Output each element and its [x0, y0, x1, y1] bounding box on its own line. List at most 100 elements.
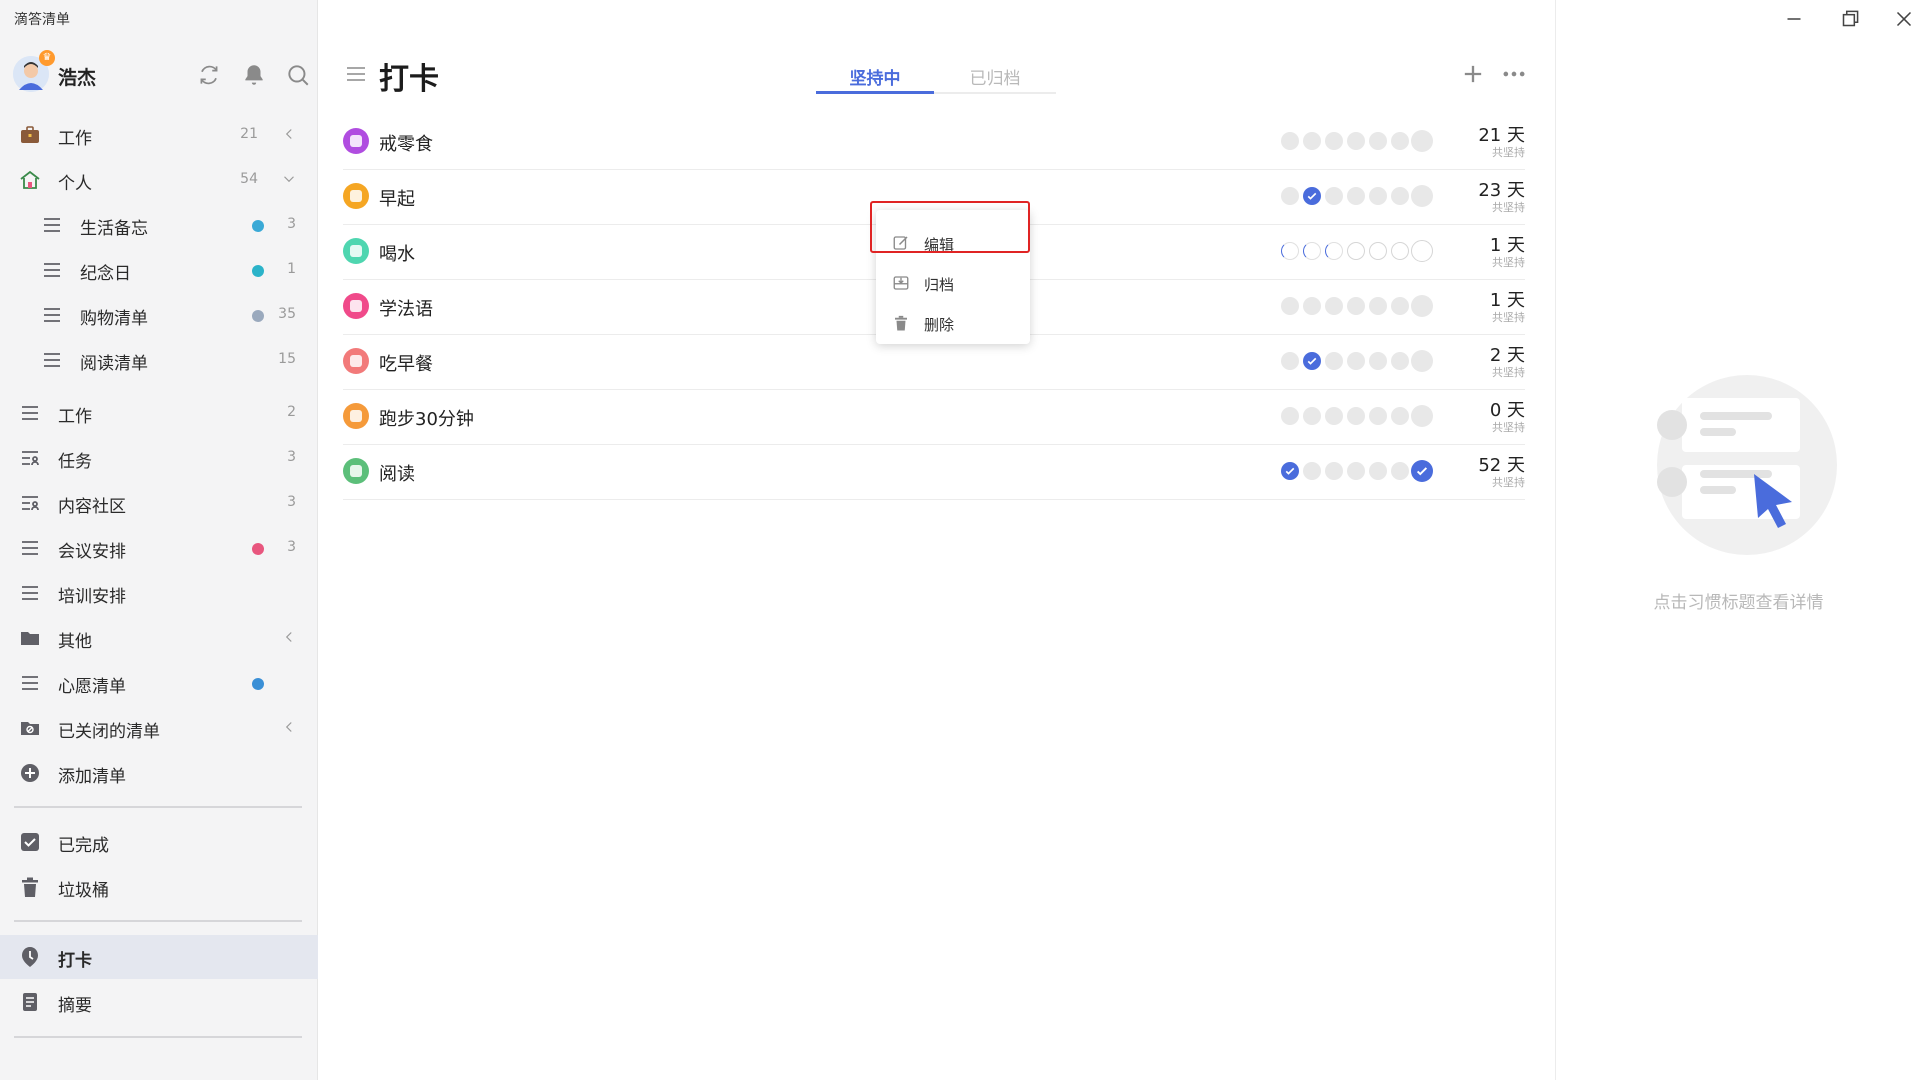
- checked-day-icon[interactable]: [1303, 352, 1321, 370]
- day-dot[interactable]: [1303, 132, 1321, 150]
- day-dot[interactable]: [1391, 352, 1409, 370]
- day-dot[interactable]: [1391, 297, 1409, 315]
- habit-name[interactable]: 吃早餐: [379, 350, 433, 376]
- habit-name[interactable]: 戒零食: [379, 130, 433, 156]
- sidebar-item-summary[interactable]: 摘要: [0, 980, 318, 1024]
- day-dot[interactable]: [1369, 407, 1387, 425]
- day-dot[interactable]: [1347, 132, 1365, 150]
- day-dot[interactable]: [1303, 242, 1321, 260]
- habit-row[interactable]: 跑步30分钟 0 天共坚持: [343, 390, 1525, 445]
- sidebar-item-reading-list[interactable]: 阅读清单 15: [0, 338, 318, 382]
- add-icon[interactable]: [1459, 60, 1487, 88]
- day-dot[interactable]: [1325, 242, 1343, 260]
- day-dot[interactable]: [1411, 240, 1433, 262]
- tab-archived[interactable]: 已归档: [936, 64, 1054, 94]
- habit-icon: [343, 458, 369, 484]
- day-dot[interactable]: [1369, 352, 1387, 370]
- habit-name[interactable]: 早起: [379, 185, 415, 211]
- day-dot[interactable]: [1303, 462, 1321, 480]
- day-dot[interactable]: [1369, 297, 1387, 315]
- bell-icon[interactable]: [241, 62, 267, 88]
- day-dot[interactable]: [1281, 297, 1299, 315]
- day-dot[interactable]: [1391, 462, 1409, 480]
- day-dot[interactable]: [1369, 132, 1387, 150]
- sidebar-item-content-community[interactable]: 内容社区 3: [0, 481, 318, 525]
- restore-icon[interactable]: [1837, 6, 1863, 32]
- sidebar-item-tasks[interactable]: 任务 3: [0, 436, 318, 480]
- avatar[interactable]: ♛: [13, 50, 55, 92]
- day-dot[interactable]: [1347, 242, 1365, 260]
- sidebar-item-completed[interactable]: 已完成: [0, 820, 318, 864]
- day-dot[interactable]: [1303, 297, 1321, 315]
- search-icon[interactable]: [285, 62, 311, 88]
- sidebar-item-work-folder[interactable]: 工作 21: [0, 113, 318, 157]
- sidebar-item-trash[interactable]: 垃圾桶: [0, 865, 318, 909]
- day-dot[interactable]: [1325, 352, 1343, 370]
- day-dot[interactable]: [1281, 407, 1299, 425]
- day-dot[interactable]: [1369, 242, 1387, 260]
- habit-name[interactable]: 阅读: [379, 460, 415, 486]
- chevron-left-icon[interactable]: [280, 628, 298, 646]
- day-dot[interactable]: [1325, 297, 1343, 315]
- day-dot[interactable]: [1391, 407, 1409, 425]
- checked-day-icon[interactable]: [1303, 187, 1321, 205]
- sidebar-item-work[interactable]: 工作 2: [0, 391, 318, 435]
- day-dot[interactable]: [1347, 407, 1365, 425]
- day-dot[interactable]: [1347, 352, 1365, 370]
- chevron-left-icon[interactable]: [280, 718, 298, 736]
- sidebar-item-training[interactable]: 培训安排: [0, 571, 318, 615]
- day-dot[interactable]: [1411, 295, 1433, 317]
- menu-toggle-icon[interactable]: [343, 62, 369, 86]
- day-dot[interactable]: [1347, 297, 1365, 315]
- day-dot[interactable]: [1411, 350, 1433, 372]
- habit-icon: [343, 348, 369, 374]
- sidebar-item-personal-folder[interactable]: 个人 54: [0, 158, 318, 202]
- chevron-left-icon[interactable]: [280, 125, 298, 143]
- day-dot[interactable]: [1391, 242, 1409, 260]
- sidebar-item-life-memo[interactable]: 生活备忘 3: [0, 203, 318, 247]
- sidebar-item-anniversary[interactable]: 纪念日 1: [0, 248, 318, 292]
- checked-day-icon[interactable]: [1411, 460, 1433, 482]
- habit-row[interactable]: 阅读 52 天共坚持: [343, 445, 1525, 500]
- streak-label: 共坚持: [1492, 256, 1525, 269]
- day-dot[interactable]: [1391, 132, 1409, 150]
- home-icon: [18, 168, 42, 192]
- day-dot[interactable]: [1325, 132, 1343, 150]
- day-dot[interactable]: [1325, 407, 1343, 425]
- day-dot[interactable]: [1325, 187, 1343, 205]
- day-dot[interactable]: [1411, 405, 1433, 427]
- checked-day-icon[interactable]: [1281, 462, 1299, 480]
- day-dot[interactable]: [1325, 462, 1343, 480]
- habit-name[interactable]: 跑步30分钟: [379, 405, 474, 431]
- day-dot[interactable]: [1411, 185, 1433, 207]
- sidebar-item-habit[interactable]: 打卡: [0, 935, 318, 979]
- sync-icon[interactable]: [196, 62, 222, 88]
- day-dot[interactable]: [1281, 352, 1299, 370]
- minimize-icon[interactable]: [1781, 6, 1807, 32]
- sidebar-item-other-folder[interactable]: 其他: [0, 616, 318, 660]
- day-dot[interactable]: [1281, 132, 1299, 150]
- day-dot[interactable]: [1369, 462, 1387, 480]
- habit-name[interactable]: 学法语: [379, 295, 433, 321]
- add-list-button[interactable]: 添加清单: [0, 751, 318, 795]
- day-dot[interactable]: [1303, 407, 1321, 425]
- day-dot[interactable]: [1281, 187, 1299, 205]
- day-dot[interactable]: [1347, 187, 1365, 205]
- close-icon[interactable]: [1891, 6, 1917, 32]
- day-dot[interactable]: [1369, 187, 1387, 205]
- habit-row[interactable]: 戒零食 21 天共坚持: [343, 115, 1525, 170]
- day-dot[interactable]: [1411, 130, 1433, 152]
- sidebar-item-meetings[interactable]: 会议安排 3: [0, 526, 318, 570]
- sidebar-item-closed-lists[interactable]: 已关闭的清单: [0, 706, 318, 750]
- habit-name[interactable]: 喝水: [379, 240, 415, 266]
- sidebar-item-wishlist[interactable]: 心愿清单: [0, 661, 318, 705]
- menu-item-archive[interactable]: 归档: [876, 263, 1030, 303]
- chevron-down-icon[interactable]: [280, 170, 298, 188]
- more-icon[interactable]: [1500, 60, 1528, 88]
- tab-in-progress[interactable]: 坚持中: [816, 64, 934, 94]
- day-dot[interactable]: [1281, 242, 1299, 260]
- sidebar-item-shopping-list[interactable]: 购物清单 35: [0, 293, 318, 337]
- menu-item-delete[interactable]: 删除: [876, 303, 1030, 343]
- day-dot[interactable]: [1391, 187, 1409, 205]
- day-dot[interactable]: [1347, 462, 1365, 480]
